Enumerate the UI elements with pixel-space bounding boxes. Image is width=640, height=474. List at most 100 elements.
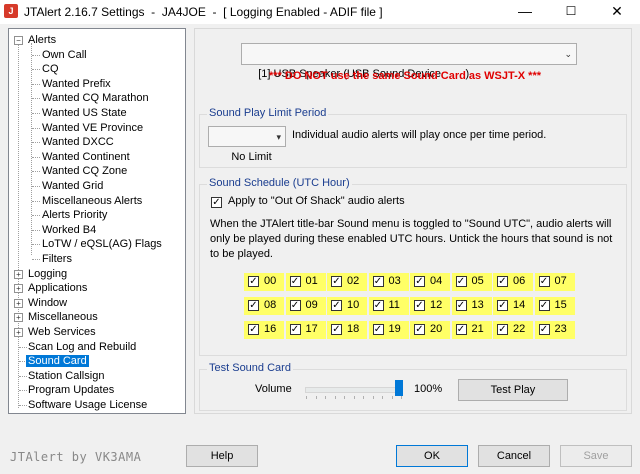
checkbox-check-icon: ✓: [414, 276, 425, 287]
hour-10-checkbox[interactable]: ✓ 10: [327, 297, 367, 315]
hour-05-checkbox[interactable]: ✓ 05: [451, 273, 492, 291]
tree-item-wanted-ve-province[interactable]: Wanted VE Province: [42, 121, 143, 135]
tree-item-sound-card[interactable]: Sound Card: [26, 354, 89, 368]
hour-08-checkbox[interactable]: ✓ 08: [244, 297, 284, 315]
tree-item-web-services[interactable]: Web Services: [28, 325, 96, 339]
tree-item-wanted-prefix[interactable]: Wanted Prefix: [42, 77, 111, 91]
tree-item-wanted-continent[interactable]: Wanted Continent: [42, 150, 130, 164]
tree-guide-line: [32, 186, 40, 187]
help-button[interactable]: Help: [186, 445, 258, 467]
sound-device-select[interactable]: [1] USB Speaker (USB Sound Device ) ⌄: [241, 43, 577, 80]
hour-11-checkbox[interactable]: ✓ 11: [368, 297, 409, 315]
tree-item-miscellaneous-alerts[interactable]: Miscellaneous Alerts: [42, 194, 142, 208]
checkbox-check-icon: ✓: [414, 300, 425, 311]
tree-guide-line: [31, 43, 32, 255]
tree-item-label: Filters: [42, 253, 72, 265]
tree-guide-line: [32, 244, 40, 246]
tree-item-wanted-us-state[interactable]: Wanted US State: [42, 106, 127, 120]
hour-15-checkbox[interactable]: ✓ 15: [534, 297, 575, 315]
minimize-icon[interactable]: —: [502, 0, 548, 24]
hour-label: 21: [471, 323, 484, 335]
hour-00-checkbox[interactable]: ✓ 00: [244, 273, 284, 291]
tree-item-wanted-cq-marathon[interactable]: Wanted CQ Marathon: [42, 91, 149, 105]
tree-item-cq[interactable]: CQ: [42, 62, 59, 76]
expand-icon[interactable]: +: [14, 269, 23, 279]
checkbox-check-icon: ✓: [455, 276, 467, 287]
tree-guide-line: [32, 113, 40, 114]
tree-item-alerts[interactable]: Alerts: [28, 33, 56, 47]
maximize-icon[interactable]: ☐: [548, 0, 594, 24]
hour-21-checkbox[interactable]: ✓ 21: [451, 321, 492, 339]
tree-item-wanted-cq-zone[interactable]: Wanted CQ Zone: [42, 164, 127, 178]
tree-item-program-updates[interactable]: Program Updates: [28, 383, 114, 397]
collapse-icon[interactable]: −: [14, 36, 23, 45]
checkbox-check-icon: ✓: [455, 324, 467, 335]
tree-item-label: Wanted US State: [42, 107, 127, 119]
expand-icon[interactable]: +: [14, 298, 23, 308]
test-title: Test Sound Card: [207, 362, 293, 374]
hour-06-checkbox[interactable]: ✓ 06: [493, 273, 533, 291]
hour-09-checkbox[interactable]: ✓ 09: [285, 297, 326, 315]
hour-17-checkbox[interactable]: ✓ 17: [285, 321, 326, 339]
tree-item-wanted-grid[interactable]: Wanted Grid: [42, 179, 103, 193]
volume-tick: [353, 396, 355, 399]
tree-item-logging[interactable]: Logging: [28, 267, 67, 281]
tree-item-alerts-priority[interactable]: Alerts Priority: [42, 208, 107, 222]
tree-item-lotw-eqsl-ag-flags[interactable]: LoTW / eQSL(AG) Flags: [42, 237, 162, 251]
expand-icon[interactable]: +: [14, 313, 23, 323]
tree-guide-line: [19, 405, 27, 406]
hour-14-checkbox[interactable]: ✓ 14: [493, 297, 533, 315]
schedule-title: Sound Schedule (UTC Hour): [207, 177, 352, 189]
apply-oos-checkbox[interactable]: ✓: [211, 197, 222, 208]
volume-tick: [372, 396, 374, 399]
tree-item-label: Software Usage License: [28, 399, 148, 411]
hour-01-checkbox[interactable]: ✓ 01: [285, 273, 326, 291]
settings-tree[interactable]: − Alerts Own Call CQ Wanted Prefix Wanted CQ …: [8, 28, 186, 414]
tree-guide-line: [32, 69, 40, 71]
hour-22-checkbox[interactable]: ✓ 22: [493, 321, 533, 339]
volume-slider-thumb[interactable]: [395, 380, 403, 396]
cancel-button[interactable]: Cancel: [478, 445, 550, 467]
hour-13-checkbox[interactable]: ✓ 13: [451, 297, 492, 315]
hour-07-checkbox[interactable]: ✓ 07: [534, 273, 575, 291]
hour-18-checkbox[interactable]: ✓ 18: [327, 321, 367, 339]
hour-16-checkbox[interactable]: ✓ 16: [244, 321, 284, 339]
volume-tick: [325, 396, 326, 399]
hour-label: 06: [513, 275, 526, 287]
tree-item-software-usage-license[interactable]: Software Usage License: [28, 398, 147, 412]
tree-guide-line: [32, 127, 40, 129]
tree-item-label: Wanted Grid: [42, 180, 104, 192]
tree-item-wanted-dxcc[interactable]: Wanted DXCC: [42, 135, 114, 149]
expand-icon[interactable]: +: [14, 284, 23, 294]
volume-tick: [306, 396, 307, 399]
tree-item-label: Station Callsign: [28, 369, 105, 382]
hour-20-checkbox[interactable]: ✓ 20: [410, 321, 450, 339]
hour-label: 09: [305, 299, 318, 311]
tree-item-filters[interactable]: Filters: [42, 252, 72, 266]
tree-item-applications[interactable]: Applications: [28, 281, 87, 295]
hour-label: 11: [388, 299, 400, 311]
tree-item-worked-b4[interactable]: Worked B4: [42, 223, 96, 237]
tree-item-window[interactable]: Window: [28, 296, 67, 310]
ok-button[interactable]: OK: [396, 445, 468, 467]
checkbox-check-icon: ✓: [455, 300, 467, 311]
hour-02-checkbox[interactable]: ✓ 02: [327, 273, 367, 291]
volume-track[interactable]: [305, 387, 403, 393]
tree-item-label: Wanted Continent: [42, 150, 130, 163]
checkbox-check-icon: ✓: [538, 324, 550, 335]
expand-icon[interactable]: +: [14, 328, 23, 337]
hour-23-checkbox[interactable]: ✓ 23: [534, 321, 575, 339]
tree-item-label: Own Call: [42, 48, 87, 61]
play-limit-select[interactable]: No Limit ▾: [208, 126, 286, 163]
hour-04-checkbox[interactable]: ✓ 04: [410, 273, 450, 291]
save-button[interactable]: Save: [560, 445, 632, 467]
hour-03-checkbox[interactable]: ✓ 03: [368, 273, 409, 291]
hour-12-checkbox[interactable]: ✓ 12: [410, 297, 450, 315]
tree-item-miscellaneous[interactable]: Miscellaneous: [28, 310, 98, 324]
tree-item-own-call[interactable]: Own Call: [42, 48, 87, 62]
close-icon[interactable]: ✕: [594, 0, 640, 24]
tree-item-scan-log-and-rebuild[interactable]: Scan Log and Rebuild: [28, 340, 136, 354]
test-play-button[interactable]: Test Play: [458, 379, 568, 401]
tree-item-station-callsign[interactable]: Station Callsign: [28, 369, 104, 383]
hour-19-checkbox[interactable]: ✓ 19: [368, 321, 409, 339]
